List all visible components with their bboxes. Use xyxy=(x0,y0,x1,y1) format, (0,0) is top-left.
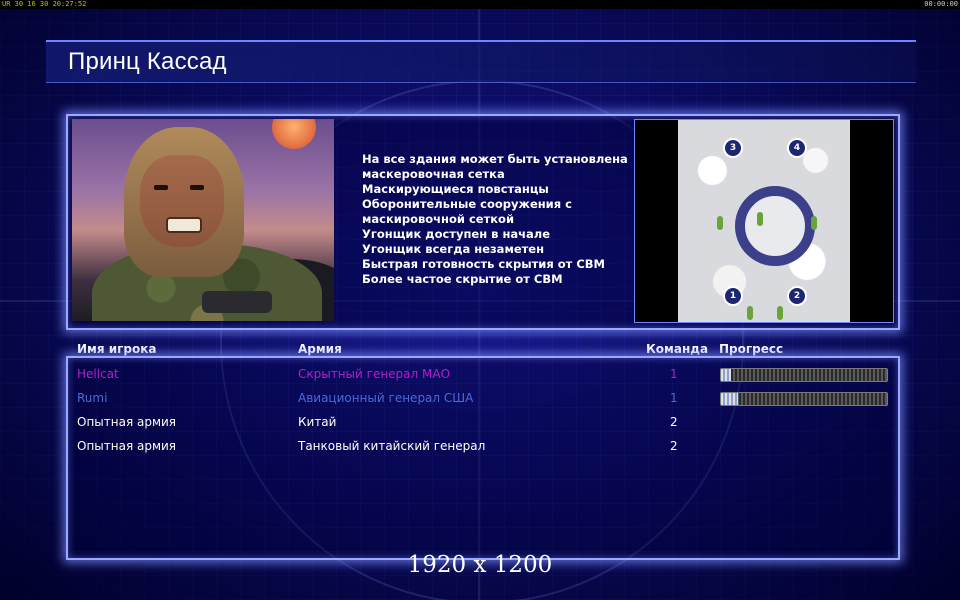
player-name: Hellcat xyxy=(77,367,119,381)
general-feature-line: Угонщик доступен в начале xyxy=(362,227,551,241)
player-team: 2 xyxy=(670,439,678,453)
player-row[interactable]: Hellcat Скрытный генерал МАО 1 xyxy=(0,366,960,390)
general-feature-line: маскеровочная сетка xyxy=(362,167,505,181)
column-header-progress: Прогресс xyxy=(719,342,784,356)
portrait-sun xyxy=(272,119,316,149)
resolution-label: 1920 x 1200 xyxy=(407,552,553,578)
portrait-mouth xyxy=(166,217,202,233)
general-feature-line: На все здания может быть установлена xyxy=(362,152,628,166)
general-features-list: На все здания может быть установлена мас… xyxy=(362,152,628,287)
column-header-army: Армия xyxy=(298,342,342,356)
portrait-face xyxy=(140,155,224,247)
player-team: 1 xyxy=(670,391,678,405)
player-progress-bar xyxy=(720,368,888,382)
status-bar: UR 30 16 30 20:27:52 00:00:00 xyxy=(0,0,960,9)
player-army: Танковый китайский генерал xyxy=(298,439,486,453)
player-team: 2 xyxy=(670,415,678,429)
start-position-3[interactable]: 3 xyxy=(723,138,743,158)
map-tree xyxy=(811,216,817,230)
player-row[interactable]: Опытная армия Танковый китайский генерал 2 xyxy=(0,438,960,462)
player-row[interactable]: Rumi Авиационный генерал США 1 xyxy=(0,390,960,414)
start-position-1[interactable]: 1 xyxy=(723,286,743,306)
map-tree xyxy=(747,306,753,320)
column-header-team: Команда xyxy=(646,342,709,356)
portrait-eye-left xyxy=(154,185,168,190)
portrait-eye-right xyxy=(190,185,204,190)
column-header-player-name: Имя игрока xyxy=(77,342,157,356)
player-progress-fill xyxy=(721,369,731,381)
start-position-4[interactable]: 4 xyxy=(787,138,807,158)
map-tree xyxy=(717,216,723,230)
start-position-2[interactable]: 2 xyxy=(787,286,807,306)
map-tree xyxy=(777,306,783,320)
player-army: Скрытный генерал МАО xyxy=(298,367,451,381)
player-row[interactable]: Опытная армия Китай 2 xyxy=(0,414,960,438)
portrait-weapon xyxy=(202,291,272,313)
map-preview: 3 4 1 2 xyxy=(634,119,894,323)
general-feature-line: маскировочной сеткой xyxy=(362,212,514,226)
status-bar-left: UR 30 16 30 20:27:52 xyxy=(2,0,87,8)
player-name: Опытная армия xyxy=(77,415,177,429)
player-name: Rumi xyxy=(77,391,108,405)
status-bar-clock: 00:00:00 xyxy=(924,0,958,8)
player-progress-bar xyxy=(720,392,888,406)
general-feature-line: Оборонительные сооружения с xyxy=(362,197,572,211)
general-portrait xyxy=(72,119,334,321)
general-feature-line: Маскирующиеся повстанцы xyxy=(362,182,549,196)
page-title: Принц Кассад xyxy=(68,48,227,75)
general-feature-line: Угонщик всегда незаметен xyxy=(362,242,545,256)
player-progress-fill xyxy=(721,393,738,405)
general-feature-line: Более частое скрытие от СВМ xyxy=(362,272,563,286)
player-army: Китай xyxy=(298,415,337,429)
map-tree xyxy=(757,212,763,226)
player-name: Опытная армия xyxy=(77,439,177,453)
player-army: Авиационный генерал США xyxy=(298,391,474,405)
map-center-ring xyxy=(735,186,815,266)
player-team: 1 xyxy=(670,367,678,381)
general-feature-line: Быстрая готовность скрытия от СВМ xyxy=(362,257,605,271)
